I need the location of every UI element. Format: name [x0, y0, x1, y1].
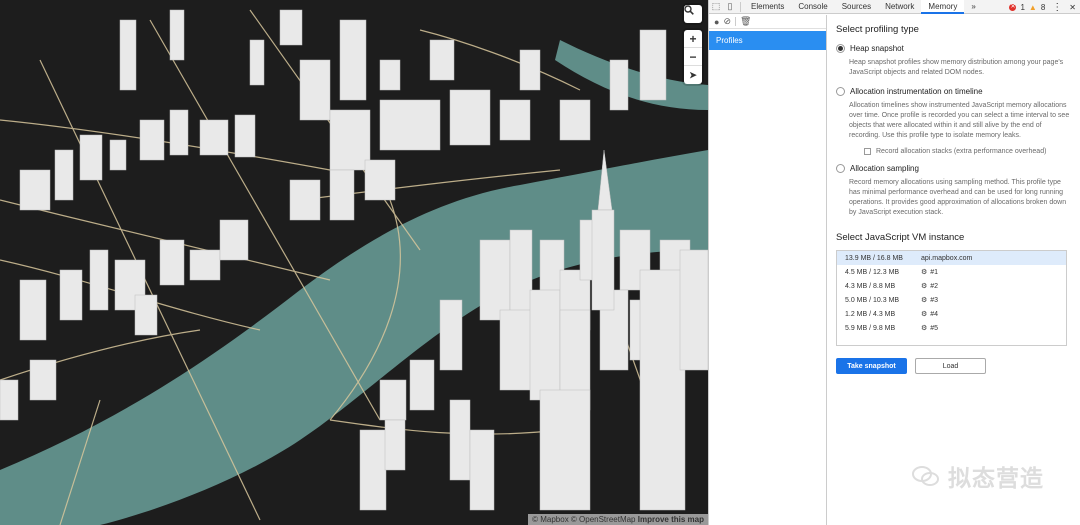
radio-allocation-sampling[interactable]: [836, 164, 845, 173]
gear-icon: ⚙: [921, 269, 928, 276]
watermark-text: 拟态营造: [948, 465, 1044, 491]
vm-size: 13.9 MB / 16.8 MB: [845, 254, 903, 262]
vm-row[interactable]: 4.3 MB / 8.8 MB ⚙ #2: [837, 279, 1066, 293]
vm-row[interactable]: 1.2 MB / 4.3 MB ⚙ #4: [837, 307, 1066, 321]
gear-icon: ⚙: [921, 311, 928, 318]
tab-separator: [740, 1, 741, 12]
vm-row[interactable]: 4.5 MB / 12.3 MB ⚙ #1: [837, 265, 1066, 279]
gear-icon: ⚙: [921, 283, 928, 290]
option-description: Heap snapshot profiles show memory distr…: [849, 59, 1064, 76]
map-search-control[interactable]: [684, 5, 702, 23]
zoom-in-button[interactable]: +: [684, 30, 702, 48]
record-icon[interactable]: ●: [714, 17, 719, 27]
vm-size: 4.5 MB / 12.3 MB: [845, 268, 900, 276]
gear-icon: ⚙: [921, 325, 928, 332]
record-stacks-checkbox[interactable]: [864, 148, 871, 155]
checkbox-label[interactable]: Record allocation stacks (extra performa…: [876, 148, 1046, 155]
map-attribution: © Mapbox © OpenStreetMap Improve this ma…: [528, 514, 708, 525]
tab-console[interactable]: Console: [791, 0, 834, 14]
record-stacks-checkbox-row[interactable]: Record allocation stacks (extra performa…: [864, 148, 1080, 155]
vm-size: 5.9 MB / 9.8 MB: [845, 324, 896, 332]
memory-toolbar: ● ⊘ 🗑: [709, 15, 826, 29]
radio-heap-snapshot[interactable]: [836, 44, 845, 53]
devtools-tabbar: ⬚ ▯ Elements Console Sources Network Mem…: [709, 0, 1080, 14]
warning-icon[interactable]: ▲: [1029, 3, 1037, 12]
error-count[interactable]: 1: [1020, 3, 1024, 12]
tab-sources[interactable]: Sources: [835, 0, 878, 14]
tab-network[interactable]: Network: [878, 0, 921, 14]
vm-name: api.mapbox.com: [921, 254, 973, 262]
map-view[interactable]: + − ➤ © Mapbox © OpenStreetMap Improve t…: [0, 0, 708, 525]
error-icon[interactable]: ✕: [1009, 3, 1017, 11]
vm-name: #4: [930, 311, 939, 318]
clear-icon[interactable]: ⊘: [723, 16, 731, 27]
trash-icon[interactable]: 🗑: [740, 16, 751, 27]
option-heap-snapshot[interactable]: Heap snapshot: [836, 44, 1080, 53]
compass-button[interactable]: ➤: [684, 66, 702, 84]
radio-allocation-timeline[interactable]: [836, 87, 845, 96]
devtools-panel: ⬚ ▯ Elements Console Sources Network Mem…: [708, 0, 1080, 525]
zoom-out-button[interactable]: −: [684, 48, 702, 66]
vm-name: #1: [930, 269, 939, 276]
vm-name: #3: [930, 297, 939, 304]
profiles-sidebar: ● ⊘ 🗑 Profiles: [709, 15, 827, 525]
profile-actions: Take snapshot Load: [836, 358, 1080, 374]
vm-name: #5: [930, 325, 939, 332]
option-label[interactable]: Allocation instrumentation on timeline: [850, 87, 983, 96]
attribution-text[interactable]: © Mapbox © OpenStreetMap: [532, 515, 635, 524]
tab-memory[interactable]: Memory: [921, 0, 965, 14]
vm-size: 5.0 MB / 10.3 MB: [845, 296, 900, 304]
improve-map-link[interactable]: Improve this map: [638, 515, 704, 524]
vm-row[interactable]: 5.9 MB / 9.8 MB ⚙ #5: [837, 321, 1066, 335]
vm-size: 1.2 MB / 4.3 MB: [845, 310, 896, 318]
vm-name: #2: [930, 283, 939, 290]
profiling-panel: Select profiling type Heap snapshot Heap…: [828, 15, 1080, 525]
take-snapshot-button[interactable]: Take snapshot: [836, 358, 907, 374]
vm-list-empty-space: [837, 335, 1066, 345]
search-icon[interactable]: [684, 5, 702, 23]
close-icon[interactable]: ✕: [1069, 3, 1076, 12]
wechat-icon: [912, 465, 940, 487]
profiling-type-title: Select profiling type: [836, 24, 919, 35]
devtools-status-area: ✕ 1 ▲ 8 ⋮ ✕: [1009, 0, 1076, 14]
load-button[interactable]: Load: [915, 358, 986, 374]
sidebar-item-profiles[interactable]: Profiles: [709, 31, 826, 50]
option-allocation-sampling[interactable]: Allocation sampling: [836, 164, 1080, 173]
option-description: Allocation timelines show instrumented J…: [849, 102, 1070, 139]
vm-row[interactable]: 5.0 MB / 10.3 MB ⚙ #3: [837, 293, 1066, 307]
menu-icon[interactable]: ⋮: [1049, 2, 1065, 13]
gear-icon: ⚙: [921, 297, 928, 304]
map-nav-control: + − ➤: [684, 30, 702, 84]
option-allocation-timeline[interactable]: Allocation instrumentation on timeline: [836, 87, 1080, 96]
device-toolbar-icon[interactable]: ▯: [723, 0, 737, 14]
more-tabs-button[interactable]: »: [964, 0, 982, 14]
option-description: Record memory allocations using sampling…: [849, 179, 1067, 216]
toolbar-separator: [734, 17, 736, 26]
inspect-element-icon[interactable]: ⬚: [709, 0, 723, 14]
option-label[interactable]: Heap snapshot: [850, 44, 904, 53]
city-3d-map: [0, 0, 708, 525]
vm-size: 4.3 MB / 8.8 MB: [845, 282, 896, 290]
warning-count[interactable]: 8: [1041, 3, 1045, 12]
option-label[interactable]: Allocation sampling: [850, 164, 919, 173]
vm-row[interactable]: 13.9 MB / 16.8 MB api.mapbox.com: [837, 251, 1066, 265]
vm-instance-list: 13.9 MB / 16.8 MB api.mapbox.com 4.5 MB …: [836, 250, 1067, 346]
vm-instance-title: Select JavaScript VM instance: [836, 232, 965, 243]
watermark: 拟态营造: [912, 459, 1044, 493]
tab-elements[interactable]: Elements: [744, 0, 791, 14]
